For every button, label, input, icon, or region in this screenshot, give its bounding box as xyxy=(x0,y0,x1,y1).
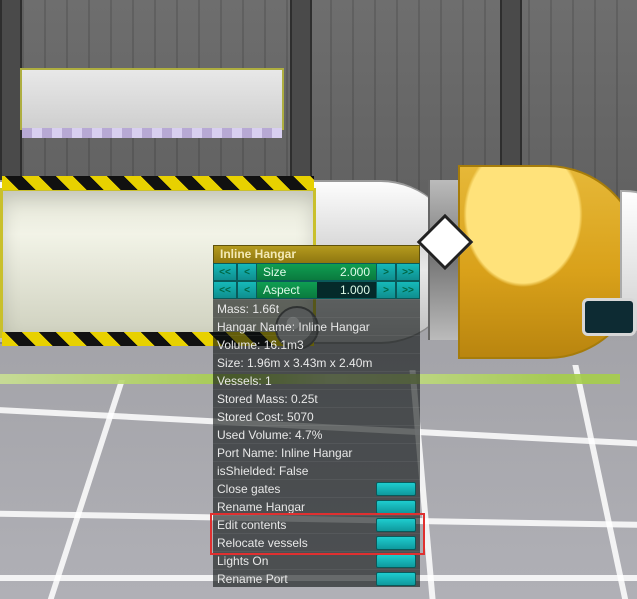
action-button[interactable] xyxy=(376,572,416,586)
action-label: Lights On xyxy=(217,554,376,568)
panel-title: Inline Hangar xyxy=(213,245,420,263)
info-row: Port Name: Inline Hangar xyxy=(213,443,420,461)
last-step-button[interactable]: >> xyxy=(396,281,420,299)
info-text: Stored Cost: 5070 xyxy=(217,410,314,424)
action-rename-hangar[interactable]: Rename Hangar xyxy=(213,497,420,515)
action-button[interactable] xyxy=(376,518,416,532)
info-text: Vessels: 1 xyxy=(217,374,272,388)
girder xyxy=(0,0,22,270)
info-text: Size: 1.96m x 3.43m x 2.40m xyxy=(217,356,372,370)
slider-label: Aspect xyxy=(257,283,300,297)
first-step-button[interactable]: << xyxy=(213,281,237,299)
action-button[interactable] xyxy=(376,536,416,550)
info-row: Stored Mass: 0.25t xyxy=(213,389,420,407)
next-step-button[interactable]: > xyxy=(376,263,396,281)
slider-label: Size xyxy=(257,265,286,279)
info-row: isShielded: False xyxy=(213,461,420,479)
next-step-button[interactable]: > xyxy=(376,281,396,299)
info-text: Volume: 16.1m3 xyxy=(217,338,304,352)
slider-bar[interactable]: Size 2.000 xyxy=(257,263,376,281)
action-label: Edit contents xyxy=(217,518,376,532)
building-wall xyxy=(0,0,637,276)
tweakable-aspect[interactable]: <<<Aspect1.000>>> xyxy=(213,281,420,299)
action-relocate-vessels[interactable]: Relocate vessels xyxy=(213,533,420,551)
action-label: Relocate vessels xyxy=(217,536,376,550)
info-row: Mass: 1.66t xyxy=(213,299,420,317)
info-row: Stored Cost: 5070 xyxy=(213,407,420,425)
action-close-gates[interactable]: Close gates xyxy=(213,479,420,497)
slider-bar[interactable]: Aspect 1.000 xyxy=(257,281,376,299)
info-row: Volume: 16.1m3 xyxy=(213,335,420,353)
info-row: Hangar Name: Inline Hangar xyxy=(213,317,420,335)
info-text: Stored Mass: 0.25t xyxy=(217,392,318,406)
action-label: Rename Hangar xyxy=(217,500,376,514)
action-button[interactable] xyxy=(376,554,416,568)
action-button[interactable] xyxy=(376,500,416,514)
action-label: Rename Port xyxy=(217,572,376,586)
prev-step-button[interactable]: < xyxy=(237,263,257,281)
info-row: Used Volume: 4.7% xyxy=(213,425,420,443)
info-row: Size: 1.96m x 3.43m x 2.40m xyxy=(213,353,420,371)
last-step-button[interactable]: >> xyxy=(396,263,420,281)
first-step-button[interactable]: << xyxy=(213,263,237,281)
info-text: Mass: 1.66t xyxy=(217,302,279,316)
slider-value: 1.000 xyxy=(340,283,376,297)
slider-value: 2.000 xyxy=(340,265,376,279)
part-context-panel[interactable]: Inline Hangar <<<Size2.000>>><<<Aspect1.… xyxy=(213,245,420,587)
info-text: Used Volume: 4.7% xyxy=(217,428,322,442)
girder xyxy=(500,0,522,270)
info-text: Port Name: Inline Hangar xyxy=(217,446,352,460)
info-text: Hangar Name: Inline Hangar xyxy=(217,320,370,334)
info-text: isShielded: False xyxy=(217,464,308,478)
prev-step-button[interactable]: < xyxy=(237,281,257,299)
action-edit-contents[interactable]: Edit contents xyxy=(213,515,420,533)
action-button[interactable] xyxy=(376,482,416,496)
action-rename-port[interactable]: Rename Port xyxy=(213,569,420,587)
action-label: Close gates xyxy=(217,482,376,496)
girder xyxy=(290,0,312,270)
info-row: Vessels: 1 xyxy=(213,371,420,389)
action-lights-on[interactable]: Lights On xyxy=(213,551,420,569)
tweakable-size[interactable]: <<<Size2.000>>> xyxy=(213,263,420,281)
